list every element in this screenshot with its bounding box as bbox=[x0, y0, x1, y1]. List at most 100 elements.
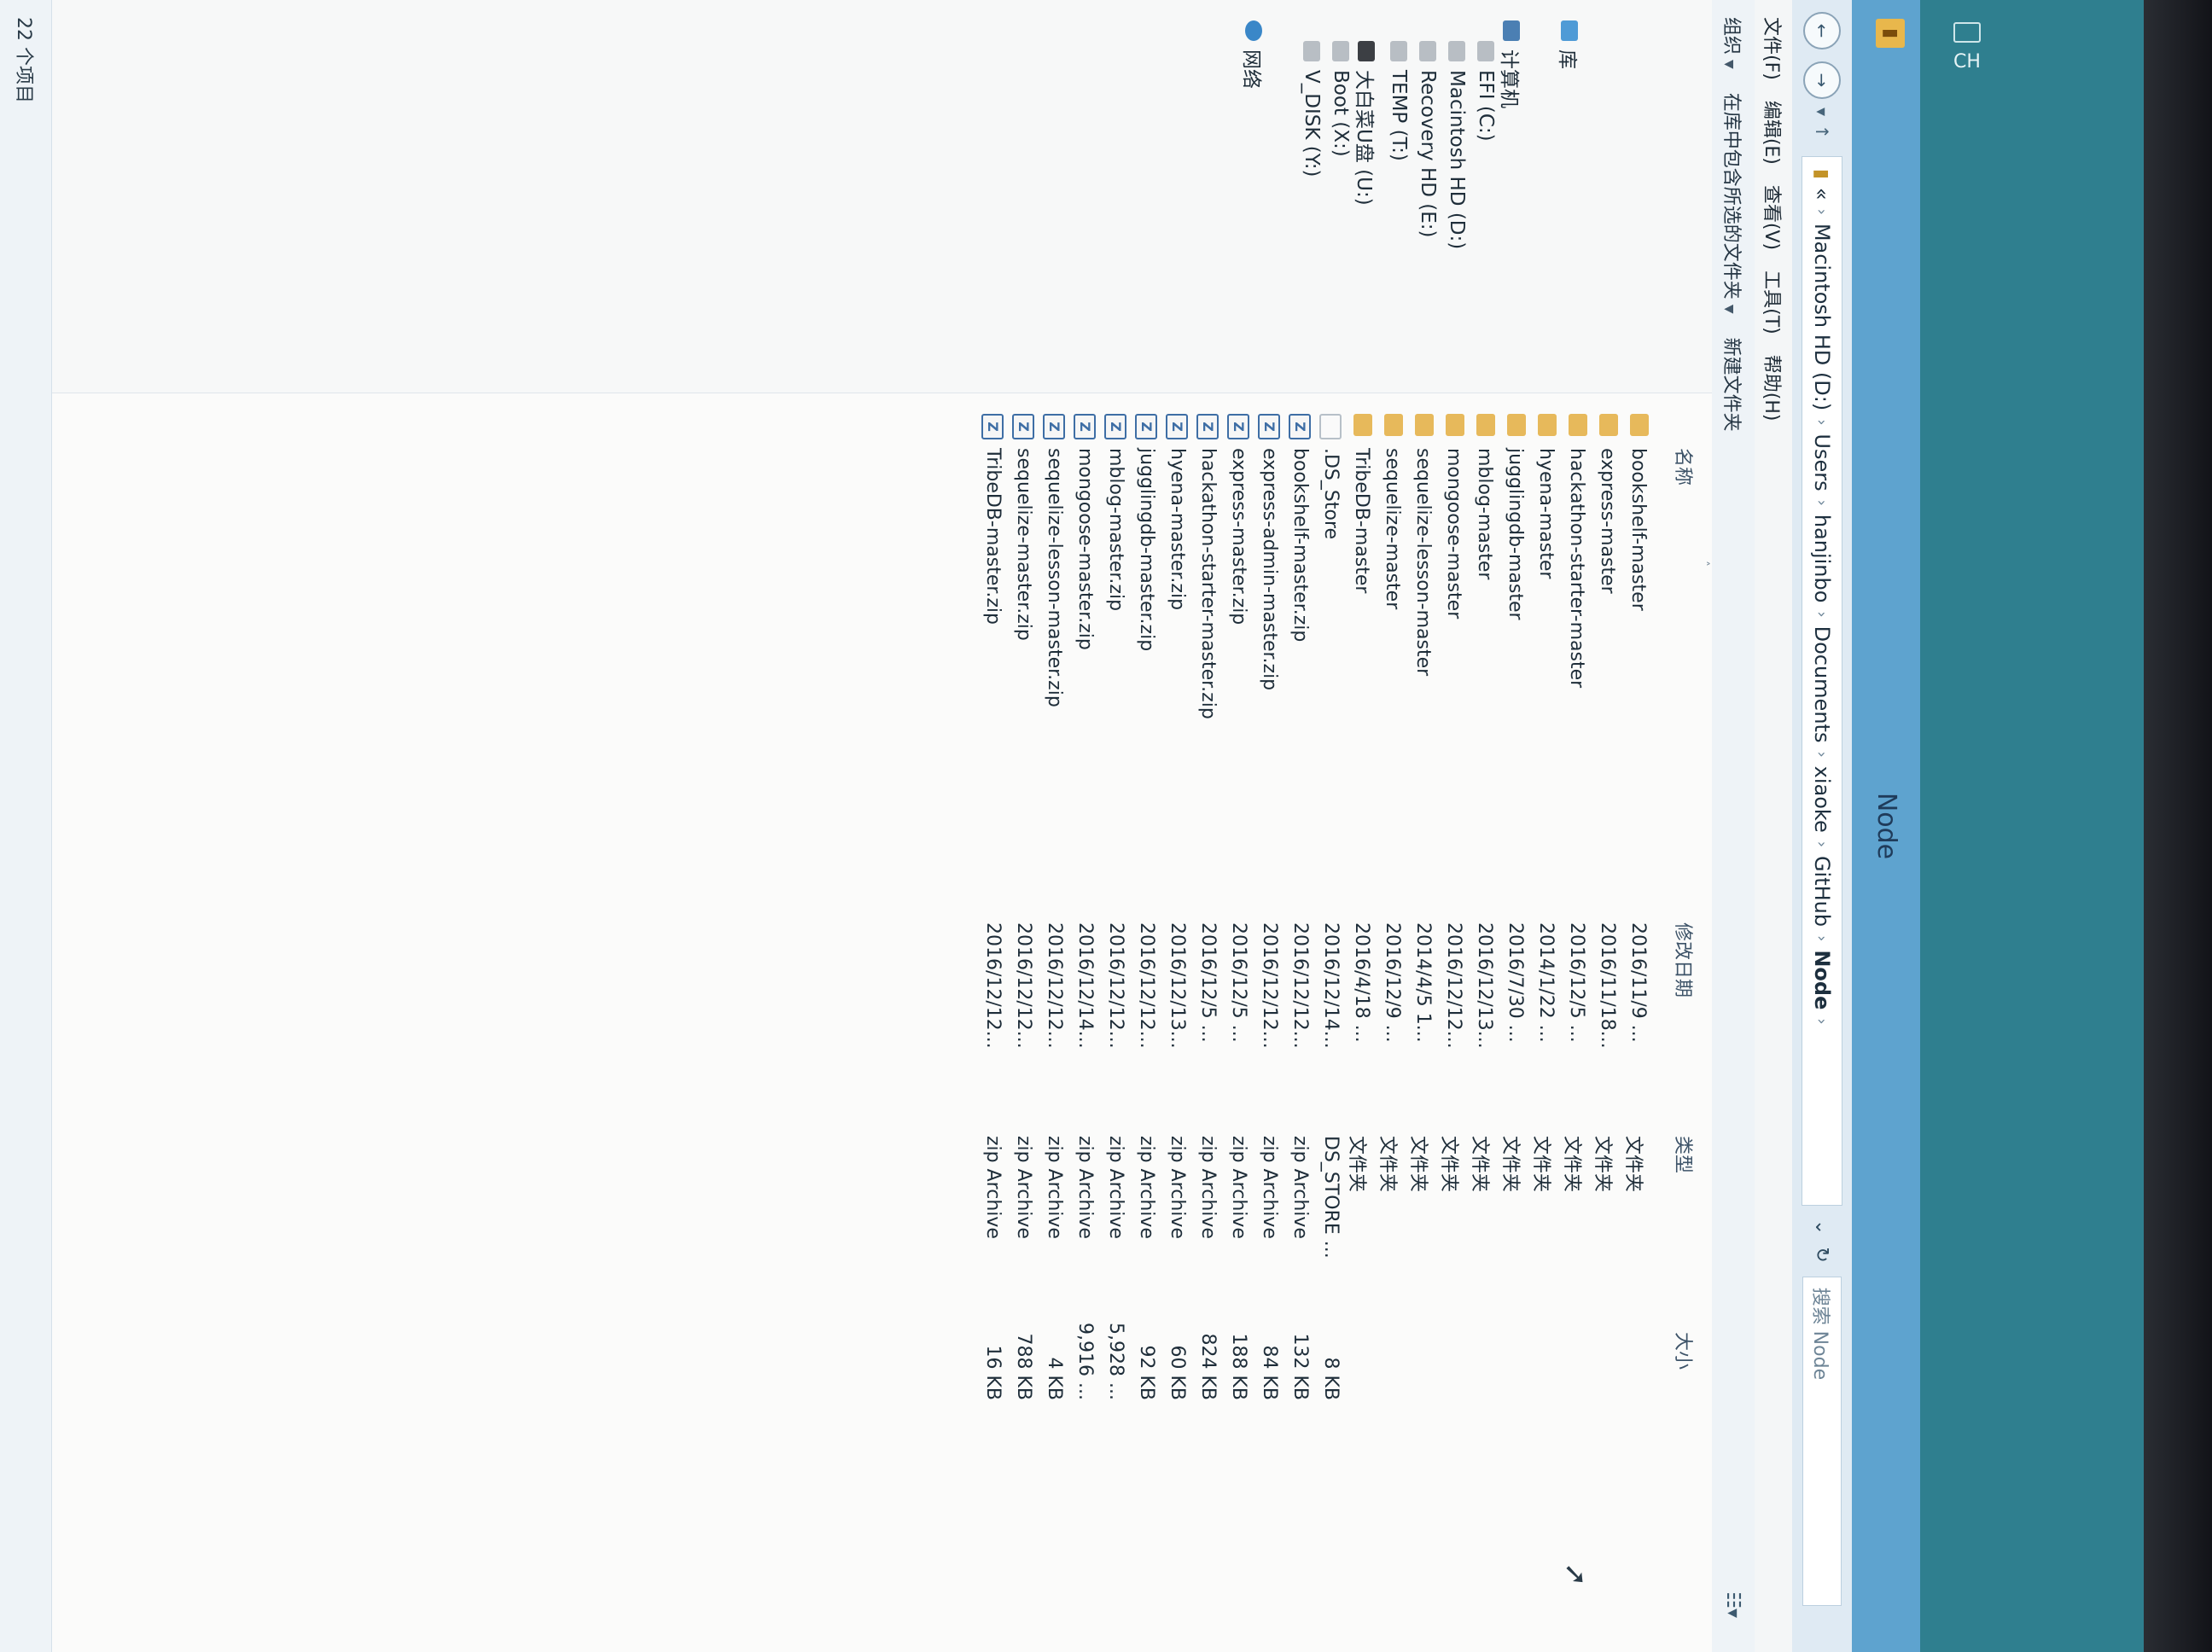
file-row[interactable]: Zmblog-master.zip 2016/12/12... zip Archiv… bbox=[1101, 393, 1132, 1652]
recent-dropdown-button[interactable]: ▾ bbox=[1812, 108, 1832, 116]
breadcrumb-separator[interactable]: › bbox=[1813, 500, 1831, 506]
breadcrumb-separator[interactable]: › bbox=[1813, 841, 1831, 847]
file-row[interactable]: Zbookshelf-master.zip 2016/12/12... zip Ar… bbox=[1285, 393, 1316, 1652]
back-arrow-icon: ← bbox=[1812, 23, 1832, 38]
refresh-icon[interactable]: ↻ bbox=[1812, 1247, 1833, 1262]
nav-item-drive-u[interactable]: 大白菜U盘 (U:) bbox=[1352, 41, 1381, 206]
breadcrumb-item[interactable]: Documents bbox=[1810, 626, 1834, 743]
file-name: jugglingdb-master.zip bbox=[1136, 448, 1157, 652]
nav-item-drive-x[interactable]: Boot (X:) bbox=[1330, 41, 1352, 157]
file-row[interactable]: Zexpress-admin-master.zip 2016/12/12... zi… bbox=[1254, 393, 1285, 1652]
back-button[interactable]: ← bbox=[1803, 12, 1841, 49]
search-input[interactable]: 搜索 Node bbox=[1802, 1276, 1842, 1606]
library-icon bbox=[1561, 20, 1578, 41]
file-row[interactable]: Zsequelize-master.zip 2016/12/12... zip Ar… bbox=[1009, 393, 1039, 1652]
breadcrumb-separator[interactable]: › bbox=[1813, 935, 1831, 941]
menu-tools[interactable]: 工具(T) bbox=[1760, 270, 1787, 334]
nav-item-network[interactable]: 网络 bbox=[1239, 20, 1268, 89]
file-row[interactable]: hackathon-starter-master 2016/12/5 ... 文件夹 bbox=[1561, 393, 1592, 1652]
folder-icon bbox=[1538, 414, 1557, 436]
file-date: 2016/12/12... bbox=[1105, 922, 1126, 1049]
menu-file[interactable]: 文件(F) bbox=[1760, 17, 1787, 80]
organize-button[interactable]: 组织 ▼ bbox=[1720, 17, 1747, 69]
file-type: 文件夹 bbox=[1377, 1136, 1398, 1193]
breadcrumb-separator[interactable]: › bbox=[1813, 419, 1831, 425]
column-header-name[interactable]: 名称 bbox=[1671, 448, 1698, 486]
file-date: 2016/12/12... bbox=[1136, 922, 1157, 1049]
column-header-date[interactable]: 修改日期 bbox=[1671, 922, 1698, 998]
file-type: 文件夹 bbox=[1622, 1136, 1644, 1193]
file-row[interactable]: sequelize-master 2016/12/9 ... 文件夹 bbox=[1377, 393, 1408, 1652]
file-type: zip Archive bbox=[1259, 1136, 1280, 1239]
nav-item-libraries[interactable]: 库 bbox=[1555, 20, 1584, 69]
file-name: hackathon-starter-master.zip bbox=[1197, 448, 1219, 719]
menu-edit[interactable]: 编辑(E) bbox=[1760, 101, 1787, 165]
file-row[interactable]: Zhackathon-starter-master.zip 2016/12/5 .… bbox=[1193, 393, 1224, 1652]
column-header-size[interactable]: 大小 bbox=[1671, 1332, 1698, 1370]
file-size: 92 KB bbox=[1136, 1345, 1157, 1400]
breadcrumb-separator[interactable]: › bbox=[1813, 611, 1831, 617]
breadcrumb-separator[interactable]: › bbox=[1813, 751, 1831, 757]
breadcrumb-item[interactable]: Macintosh HD (D:) bbox=[1810, 224, 1834, 410]
file-row[interactable]: bookshelf-master 2016/11/9 ... 文件夹 bbox=[1622, 393, 1654, 1652]
nav-item-drive-e[interactable]: Recovery HD (E:) bbox=[1417, 41, 1439, 238]
file-name: TribeDB-master.zip bbox=[982, 448, 1004, 625]
file-name: hyena-master bbox=[1535, 448, 1557, 579]
menu-view[interactable]: 查看(V) bbox=[1760, 185, 1787, 250]
file-date: 2016/12/5 ... bbox=[1566, 922, 1587, 1043]
file-row[interactable]: TribeDB-master 2016/4/18 ... 文件夹 bbox=[1346, 393, 1377, 1652]
address-history-dropdown-icon[interactable]: ⌄ bbox=[1812, 1219, 1833, 1235]
nav-item-computer[interactable]: 计算机 bbox=[1497, 20, 1526, 108]
forward-button[interactable]: → bbox=[1803, 61, 1841, 99]
include-in-library-button[interactable]: 在库中包含所选的文件夹 ▼ bbox=[1720, 93, 1747, 314]
file-row[interactable]: Zexpress-master.zip 2016/12/5 ... zip Arch… bbox=[1224, 393, 1254, 1652]
file-type: zip Archive bbox=[982, 1136, 1004, 1239]
nav-item-drive-c[interactable]: EFI (C:) bbox=[1475, 41, 1497, 142]
breadcrumb-item[interactable]: GitHub bbox=[1810, 856, 1834, 927]
file-row[interactable]: Zsequelize-lesson-master.zip 2016/12/12..… bbox=[1039, 393, 1070, 1652]
file-size: 84 KB bbox=[1259, 1345, 1280, 1400]
breadcrumb-item[interactable]: hanjinbo bbox=[1810, 515, 1834, 603]
file-row[interactable]: jugglingdb-master 2016/7/30 ... 文件夹 bbox=[1499, 393, 1531, 1652]
file-date: 2016/12/13... bbox=[1167, 922, 1188, 1049]
file-row[interactable]: sequelize-lesson-master 2014/4/5 1... 文件夹 bbox=[1407, 393, 1439, 1652]
keyboard-icon[interactable] bbox=[1953, 21, 1981, 43]
nav-item-drive-t[interactable]: TEMP (T:) bbox=[1388, 41, 1410, 161]
system-tray[interactable]: CH bbox=[1937, 0, 1997, 94]
file-row[interactable]: .DS_Store 2016/12/14... DS_STORE ... 8 KB bbox=[1316, 393, 1347, 1652]
file-row[interactable]: hyena-master 2014/1/22 ... 文件夹 bbox=[1530, 393, 1562, 1652]
breadcrumb-current[interactable]: Node bbox=[1810, 950, 1834, 1009]
breadcrumb[interactable]: ▮ « › Macintosh HD (D:) › Users › hanjin… bbox=[1802, 155, 1842, 1206]
file-row[interactable]: express-master 2016/11/18... 文件夹 bbox=[1592, 393, 1623, 1652]
file-list[interactable]: 名称 ˄ 修改日期 类型 大小 bookshelf-master 2016/11/… bbox=[51, 393, 1712, 1652]
file-row[interactable]: Zhyena-master.zip 2016/12/13... zip Archiv… bbox=[1162, 393, 1193, 1652]
file-type: zip Archive bbox=[1136, 1136, 1157, 1239]
file-row[interactable]: Zjugglingdb-master.zip 2016/12/12... zip A… bbox=[1132, 393, 1162, 1652]
window-titlebar[interactable]: ▮ Node bbox=[1852, 0, 1920, 1652]
file-row[interactable]: mongoose-master 2016/12/12... 文件夹 bbox=[1438, 393, 1470, 1652]
breadcrumb-separator[interactable]: › bbox=[1813, 1018, 1831, 1024]
file-date: 2016/12/14... bbox=[1320, 922, 1342, 1049]
file-type: zip Archive bbox=[1289, 1136, 1311, 1239]
breadcrumb-item[interactable]: Users bbox=[1810, 433, 1834, 491]
language-indicator[interactable]: CH bbox=[1953, 51, 1981, 73]
file-type: 文件夹 bbox=[1407, 1136, 1429, 1193]
file-name: mongoose-master bbox=[1443, 448, 1464, 620]
nav-item-drive-d[interactable]: Macintosh HD (D:) bbox=[1446, 41, 1468, 249]
menu-help[interactable]: 帮助(H) bbox=[1760, 355, 1787, 422]
navigation-pane[interactable]: 库 计算机 EFI (C:) Macintosh HD (D:) Recover… bbox=[51, 0, 1712, 393]
new-folder-button[interactable]: 新建文件夹 bbox=[1720, 338, 1747, 432]
organize-label: 组织 bbox=[1720, 17, 1742, 55]
file-row[interactable]: Zmongoose-master.zip 2016/12/14... zip Arc… bbox=[1070, 393, 1101, 1652]
column-header-type[interactable]: 类型 bbox=[1671, 1136, 1698, 1173]
zip-icon: Z bbox=[1258, 414, 1280, 439]
breadcrumb-overflow[interactable]: « bbox=[1810, 188, 1834, 201]
file-type: zip Archive bbox=[1228, 1136, 1249, 1239]
file-row[interactable]: mblog-master 2016/12/13... 文件夹 bbox=[1469, 393, 1500, 1652]
nav-item-drive-y[interactable]: V_DISK (Y:) bbox=[1301, 41, 1323, 177]
up-button[interactable]: ↑ bbox=[1812, 125, 1832, 139]
view-options-icon[interactable]: ☷▾ bbox=[1723, 1591, 1744, 1618]
file-row[interactable]: Z TribeDB-master.zip 2016/12/12... zip Arch… bbox=[978, 393, 1009, 1652]
breadcrumb-item[interactable]: xiaoke bbox=[1810, 766, 1834, 833]
file-size: 188 KB bbox=[1228, 1333, 1249, 1400]
